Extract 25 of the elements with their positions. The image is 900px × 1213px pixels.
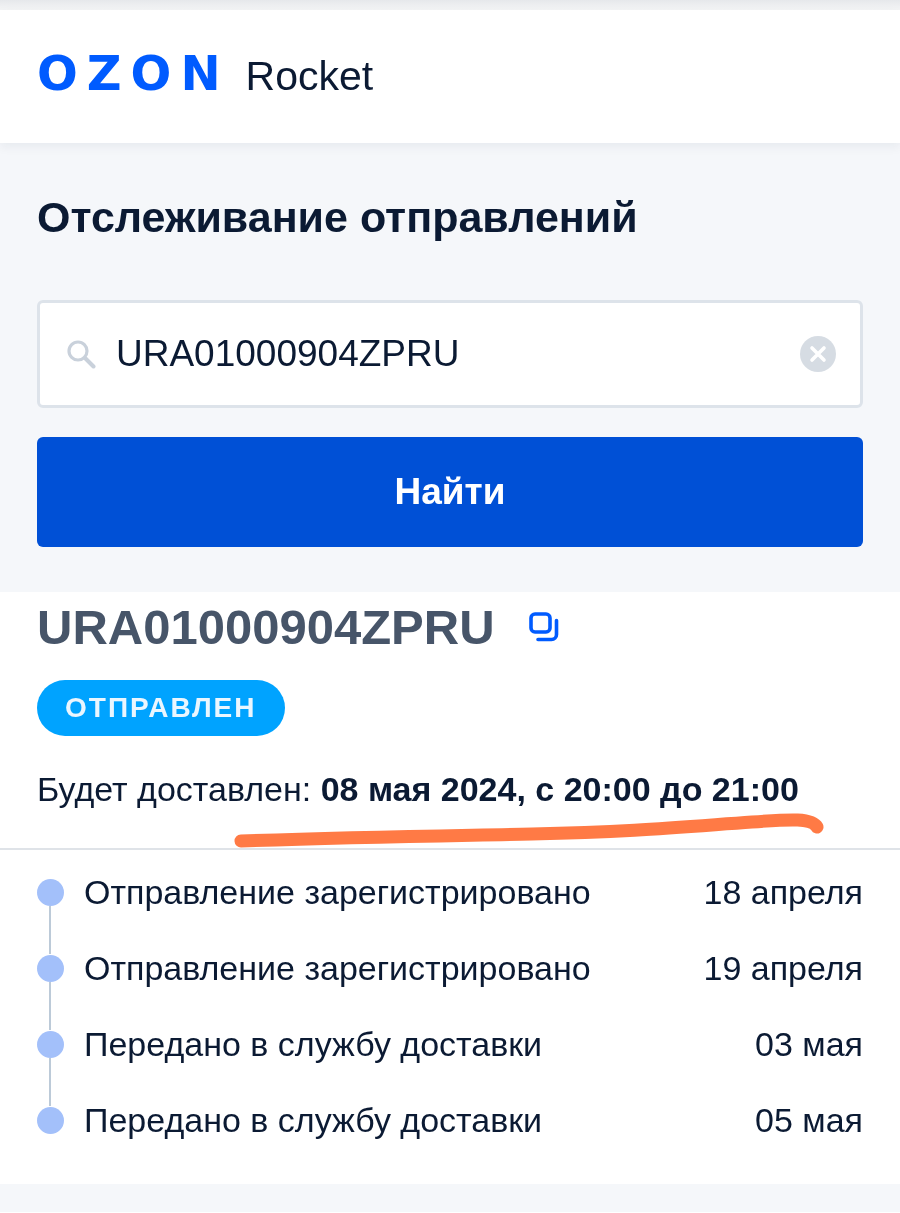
timeline-connector <box>49 1058 51 1107</box>
copy-icon[interactable] <box>528 612 561 642</box>
timeline-dot-icon <box>37 1030 64 1058</box>
page-title: Отслеживание отправлений <box>37 192 639 243</box>
timeline-dot-icon <box>37 1106 64 1134</box>
timeline-connector <box>49 906 51 955</box>
brand-logo[interactable]: OZON <box>37 48 230 97</box>
event-date: 03 мая <box>755 1023 863 1065</box>
event-date: 05 мая <box>755 1099 863 1141</box>
find-button[interactable]: Найти <box>37 436 863 547</box>
event-date: 19 апреля <box>703 947 863 989</box>
delivery-estimate: Будет доставлен: 08 мая 2024, с 20:00 до 21:00 <box>37 769 800 811</box>
search-field[interactable]: URA01000904ZPRU <box>37 299 863 408</box>
status-badge: ОТПРАВЛЕН <box>37 680 285 737</box>
timeline-connector <box>49 982 51 1031</box>
timeline-dot-icon <box>37 954 64 982</box>
timeline-dot-icon <box>37 878 64 906</box>
search-icon <box>66 338 96 369</box>
event-title: Передано в службу доставки <box>84 1099 543 1141</box>
event-title: Отправление зарегистрировано <box>84 947 591 989</box>
event-title: Отправление зарегистрировано <box>84 871 591 913</box>
event-date: 18 апреля <box>703 871 863 913</box>
event-title: Передано в службу доставки <box>84 1023 543 1065</box>
tracking-number: URA01000904ZPRU <box>37 598 495 656</box>
product-name: Rocket <box>245 55 374 97</box>
